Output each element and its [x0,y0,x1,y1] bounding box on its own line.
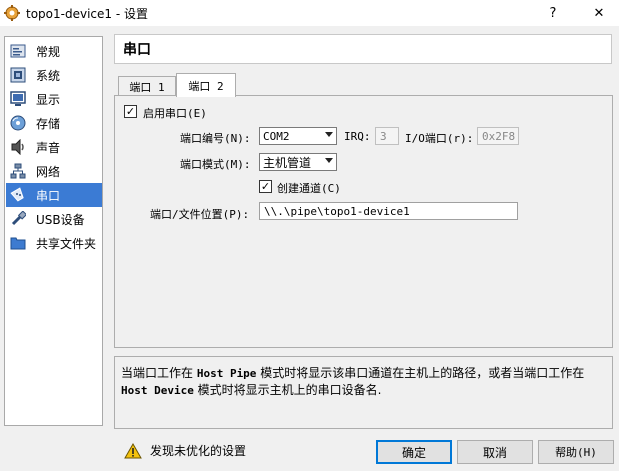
info-term-host-pipe: Host Pipe [196,367,257,380]
create-pipe-checkbox[interactable]: ✓ [259,180,272,193]
sidebar-item-label: 串口 [36,188,61,203]
usb-icon [10,211,26,227]
sidebar-item-storage[interactable]: 存储 [6,111,102,135]
chevron-down-icon [325,158,333,163]
audio-icon [10,139,26,155]
info-term-host-device: Host Device [121,384,194,397]
irq-value: 3 [380,129,387,143]
general-icon [10,43,26,59]
ok-button[interactable]: 确定 [376,440,452,464]
port-mode-value: 主机管道 [263,155,312,170]
enable-serial-port-label: 启用串口(E) [143,107,207,120]
close-window-button[interactable]: ✕ [576,0,619,26]
tab-label: 端口 1 [129,81,165,94]
network-icon [10,163,26,179]
sidebar-item-label: 共享文件夹 [36,236,97,251]
port-path-label: 端口/文件位置(P): [150,208,250,221]
cancel-button[interactable]: 取消 [457,440,533,464]
sidebar-item-network[interactable]: 网络 [6,159,102,183]
sidebar-item-system[interactable]: 系统 [6,63,102,87]
port-number-label: 端口编号(N): [180,132,251,145]
enable-serial-port-checkbox[interactable]: ✓ [124,105,137,118]
irq-field[interactable]: 3 [375,127,399,145]
page-title-box: 串口 [114,34,612,64]
help-description-box: 当端口工作在 Host Pipe 模式时将显示该串口通道在主机上的路径，或者当端… [114,356,613,429]
system-icon [10,67,26,83]
help-button-label: 帮助(H) [555,446,597,459]
port-mode-label: 端口模式(M): [180,158,251,171]
tab-port-2[interactable]: 端口 2 [176,73,236,97]
settings-warning[interactable]: 发现未优化的设置 [124,442,246,459]
sidebar-item-label: 显示 [36,92,61,107]
virtualbox-gear-icon [4,5,20,21]
sidebar-item-label: 存储 [36,116,61,131]
sidebar-item-label: 系统 [36,68,61,83]
info-text: 模式时将显示该串口通道在主机上的路径，或者当端口工作在 [256,366,585,380]
sidebar-item-label: USB设备 [36,212,85,227]
ok-button-label: 确定 [401,445,426,460]
serial-port-icon [10,187,26,203]
warning-icon [124,442,142,459]
cancel-button-label: 取消 [482,445,507,460]
sidebar-item-label: 常规 [36,44,61,59]
title-bar: topo1-device1 - 设置 ? ✕ [0,0,619,26]
window-title: topo1-device1 - 设置 [26,6,148,21]
sidebar-item-usb[interactable]: USB设备 [6,207,102,231]
shared-folder-icon [10,235,26,251]
port-path-value: \\.\pipe\topo1-device1 [264,204,410,218]
io-port-field[interactable]: 0x2F8 [477,127,519,145]
chevron-down-icon [325,132,333,137]
io-port-label: I/O端口(r): [405,132,474,145]
sidebar-item-shared-folders[interactable]: 共享文件夹 [6,231,102,255]
sidebar-item-display[interactable]: 显示 [6,87,102,111]
create-pipe-label: 创建通道(C) [277,182,341,195]
irq-label: IRQ: [344,130,371,143]
port-path-input[interactable]: \\.\pipe\topo1-device1 [259,202,518,220]
tab-label: 端口 2 [188,79,224,93]
help-button[interactable]: 帮助(H) [538,440,614,464]
page-title: 串口 [123,42,151,58]
info-text: 当端口工作在 [121,366,197,380]
display-icon [10,91,26,107]
port-mode-select[interactable]: 主机管道 [259,153,337,171]
storage-icon [10,115,26,131]
sidebar-item-label: 声音 [36,140,61,155]
sidebar-item-general[interactable]: 常规 [6,39,102,63]
io-port-value: 0x2F8 [482,129,516,143]
info-text: 模式时将显示主机上的串口设备名. [193,383,382,397]
sidebar-item-serial-port[interactable]: 串口 [6,183,102,207]
port-number-value: COM2 [263,129,290,143]
tab-port-1[interactable]: 端口 1 [118,76,176,97]
sidebar-item-label: 网络 [36,164,61,179]
sidebar-item-audio[interactable]: 声音 [6,135,102,159]
warning-text: 发现未优化的设置 [150,444,247,458]
port-number-select[interactable]: COM2 [259,127,337,145]
settings-sidebar: 常规 系统 显示 存储 声音 网络 串口 USB设备 共享文件夹 [4,36,103,426]
help-question-button[interactable]: ? [530,0,576,26]
